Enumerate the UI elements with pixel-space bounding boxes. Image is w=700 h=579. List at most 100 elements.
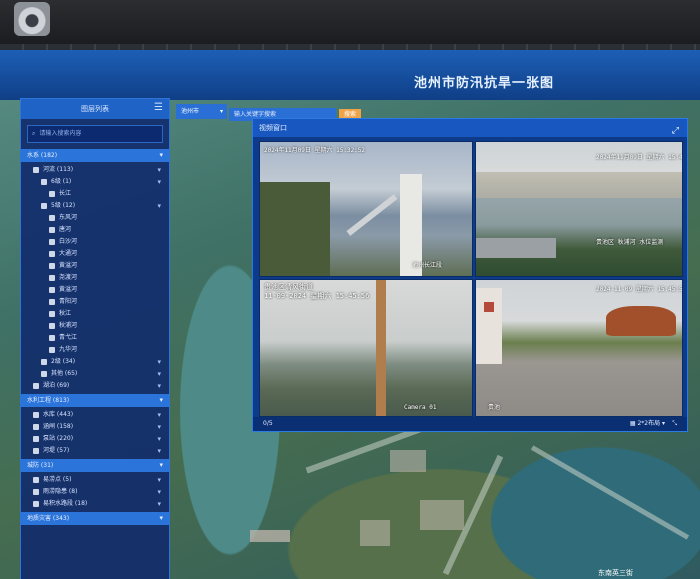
menu-icon[interactable]: ☰ xyxy=(154,103,163,113)
video-tile-2[interactable]: 2024年11月09日 星期六 15:45:53 贵池区 秋浦河 水位监测 xyxy=(475,141,683,277)
layer-checkbox[interactable] xyxy=(33,447,39,454)
layer-checkbox[interactable] xyxy=(49,214,55,221)
layer-item-label: 大通河 xyxy=(59,250,78,257)
layer-item-label: 秋浦河 xyxy=(59,322,78,329)
layer-search-input[interactable]: ⌕ 请输入搜索内容 xyxy=(27,125,163,143)
tile-2-timestamp: 2024年11月09日 星期六 15:45:53 xyxy=(596,154,683,161)
layer-item-label: 湖泊 (69) xyxy=(43,382,70,389)
video-tile-3[interactable]: 贵池区清风街道 11-09-2024 星期六 15:45:56 Camera 0… xyxy=(259,279,473,417)
keyword-search-placeholder: 输入关键字搜索 xyxy=(234,111,277,118)
layer-item-label: 水库 (443) xyxy=(43,411,74,418)
layer-item[interactable]: 东风河 xyxy=(21,212,169,224)
layout-select[interactable]: ▦ 2*2布局 ▾ xyxy=(630,417,665,431)
layer-item[interactable]: 青阳河 xyxy=(21,296,169,308)
layer-item[interactable]: 黄湓河 xyxy=(21,260,169,272)
layer-checkbox[interactable] xyxy=(49,310,55,317)
layer-item[interactable]: 水库 (443) ▾ xyxy=(21,409,169,421)
layer-checkbox[interactable] xyxy=(41,358,47,365)
layer-checkbox[interactable] xyxy=(33,423,39,430)
city-select[interactable]: 池州市 ▾ xyxy=(176,104,227,119)
layer-checkbox[interactable] xyxy=(33,488,39,495)
layer-item[interactable]: 秋浦河 xyxy=(21,320,169,332)
layer-item[interactable]: 5级 (12) ▾ xyxy=(21,200,169,212)
chevron-down-icon: ▾ xyxy=(157,202,161,210)
layer-item[interactable]: 尧渡河 xyxy=(21,272,169,284)
layer-search-placeholder: 请输入搜索内容 xyxy=(39,130,82,137)
layer-item[interactable]: 涵闸 (158) ▾ xyxy=(21,421,169,433)
fullscreen-icon[interactable]: ⤢ xyxy=(672,122,679,140)
map-street-label: 东南英三街 xyxy=(598,569,633,577)
tile-3-caption: Camera 01 xyxy=(404,404,437,411)
chevron-down-icon: ▾ xyxy=(157,370,161,378)
chevron-down-icon: ▾ xyxy=(157,447,161,455)
map-building xyxy=(390,450,426,472)
video-window-title: 视频窗口 xyxy=(259,124,287,132)
layer-checkbox[interactable] xyxy=(49,298,55,305)
layer-item-label: 尧渡河 xyxy=(59,274,78,281)
layer-checkbox[interactable] xyxy=(41,178,47,185)
layer-checkbox[interactable] xyxy=(49,238,55,245)
layer-item[interactable]: 河堤 (57) ▾ xyxy=(21,445,169,457)
layer-group-label: 地质灾害 (343) xyxy=(27,515,70,522)
layer-item[interactable]: 易涝点 (5) ▾ xyxy=(21,474,169,486)
layer-item[interactable]: 其他 (65) ▾ xyxy=(21,368,169,380)
layer-item[interactable]: 大通河 xyxy=(21,248,169,260)
layer-checkbox[interactable] xyxy=(49,286,55,293)
video-tile-1[interactable]: 2024年11月09日 星期六 15:32:52 池州长江段 xyxy=(259,141,473,277)
layer-item[interactable]: 2级 (34) ▾ xyxy=(21,356,169,368)
layer-group-header[interactable]: 城防 (31) ▾ xyxy=(21,459,169,472)
layer-checkbox[interactable] xyxy=(49,274,55,281)
map-road xyxy=(530,445,690,540)
chevron-down-icon: ▾ xyxy=(157,435,161,443)
layer-checkbox[interactable] xyxy=(49,250,55,257)
layer-checkbox[interactable] xyxy=(33,166,39,173)
layer-checkbox[interactable] xyxy=(33,476,39,483)
layer-checkbox[interactable] xyxy=(49,322,55,329)
tile-2-caption: 贵池区 秋浦河 水位监测 xyxy=(596,239,664,246)
layer-group-label: 水利工程 (813) xyxy=(27,397,70,404)
layer-checkbox[interactable] xyxy=(41,370,47,377)
layer-item-label: 唐河 xyxy=(59,226,72,233)
tile-3-timestamp: 11-09-2024 星期六 15:45:56 xyxy=(264,292,370,300)
layer-checkbox[interactable] xyxy=(49,190,55,197)
chevron-down-icon: ▾ xyxy=(157,166,161,174)
layer-item[interactable]: 易积水路段 (18) ▾ xyxy=(21,498,169,510)
layer-checkbox[interactable] xyxy=(33,435,39,442)
layer-checkbox[interactable] xyxy=(33,382,39,389)
layer-item-label: 黄湓河 xyxy=(59,286,78,293)
layer-item[interactable]: 湖泊 (69) ▾ xyxy=(21,380,169,392)
pole xyxy=(376,280,386,416)
layer-item[interactable]: 唐河 xyxy=(21,224,169,236)
map-building xyxy=(360,520,390,546)
layer-item[interactable]: 九华河 xyxy=(21,344,169,356)
layer-group-header[interactable]: 地质灾害 (343) ▾ xyxy=(21,512,169,525)
layer-item[interactable]: 黄湓河 xyxy=(21,284,169,296)
layer-item[interactable]: 秋江 xyxy=(21,308,169,320)
video-window-footer: 0/5 ▦ 2*2布局 ▾ ⤡ xyxy=(253,417,687,431)
layer-checkbox[interactable] xyxy=(41,202,47,209)
layer-group-header[interactable]: 水系 (182) ▾ xyxy=(21,149,169,162)
layer-checkbox[interactable] xyxy=(33,411,39,418)
layer-group-label: 水系 (182) xyxy=(27,152,58,159)
layer-checkbox[interactable] xyxy=(49,226,55,233)
map-building xyxy=(420,500,464,530)
layer-item[interactable]: 6级 (1) ▾ xyxy=(21,176,169,188)
conference-camera xyxy=(14,2,50,36)
layer-item[interactable]: 雨涝隐患 (8) ▾ xyxy=(21,486,169,498)
layer-item[interactable]: 河流 (113) ▾ xyxy=(21,164,169,176)
layer-item-label: 长江 xyxy=(59,190,72,197)
chevron-down-icon: ▾ xyxy=(157,488,161,496)
video-tile-4[interactable]: 2024-11-09 星期六 15:45:56 贵池 xyxy=(475,279,683,417)
layer-item[interactable]: 长江 xyxy=(21,188,169,200)
layer-checkbox[interactable] xyxy=(33,500,39,507)
layer-checkbox[interactable] xyxy=(49,262,55,269)
layer-checkbox[interactable] xyxy=(49,346,55,353)
layer-item[interactable]: 青弋江 xyxy=(21,332,169,344)
layer-group-header[interactable]: 水利工程 (813) ▾ xyxy=(21,394,169,407)
expand-icon[interactable]: ⤡ xyxy=(672,417,677,431)
layer-item[interactable]: 泵站 (220) ▾ xyxy=(21,433,169,445)
riverbank-trees xyxy=(260,182,330,276)
layer-checkbox[interactable] xyxy=(49,334,55,341)
layer-item[interactable]: 白沙河 xyxy=(21,236,169,248)
layer-item-label: 河堤 (57) xyxy=(43,447,70,454)
